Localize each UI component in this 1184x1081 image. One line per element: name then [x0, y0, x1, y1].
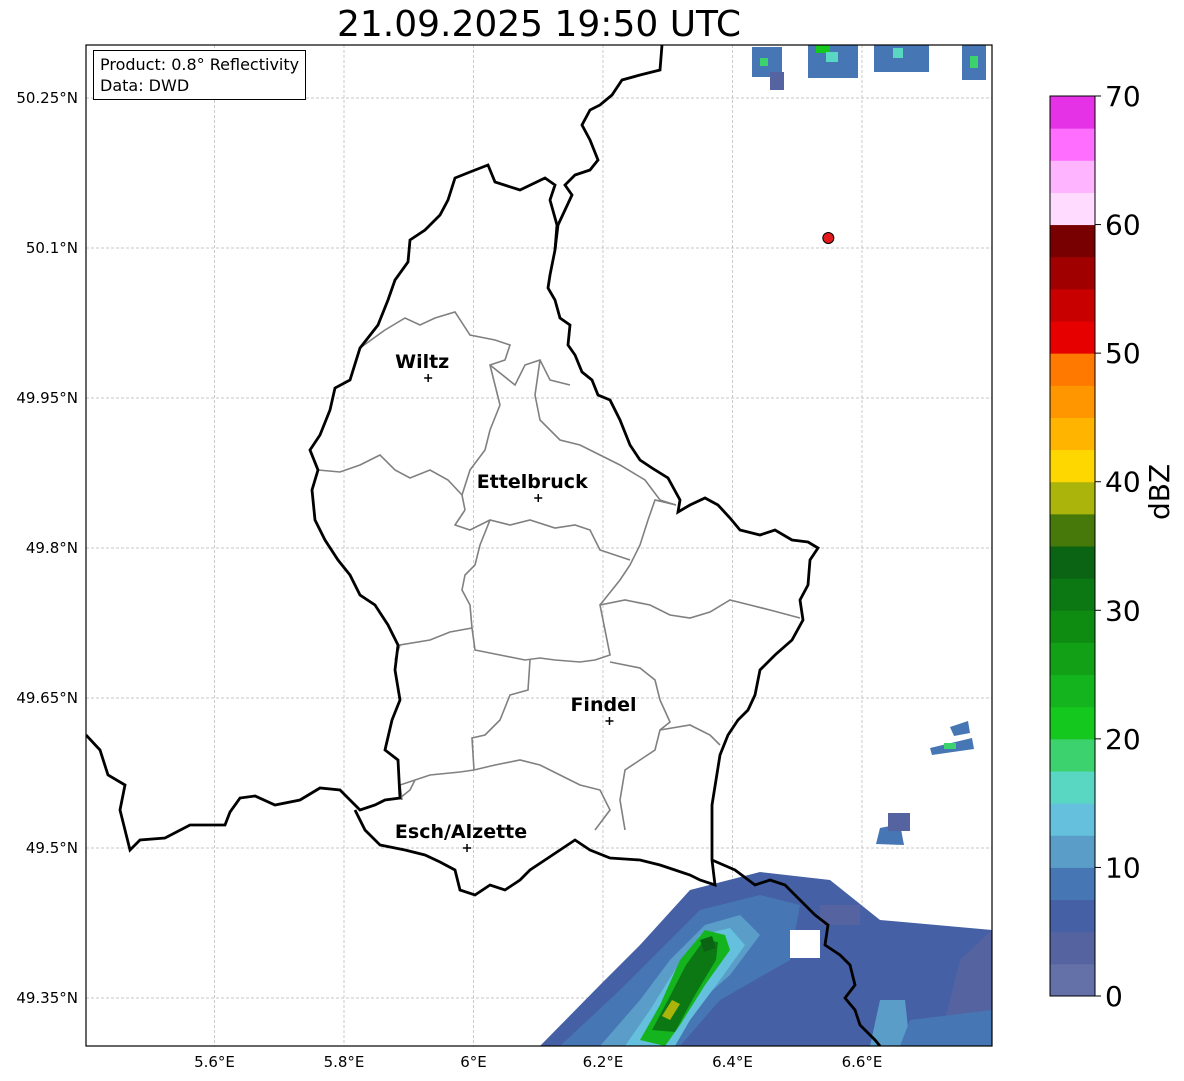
product-info-box: Product: 0.8° Reflectivity Data: DWD: [93, 50, 307, 100]
city-label: Esch/Alzette: [395, 821, 527, 843]
colorbar-tick-labels: 0 10 20 30 40 50 60 70: [1095, 80, 1141, 1013]
colorbar-tick-label: 20: [1105, 723, 1141, 756]
colorbar-segment: [1050, 385, 1095, 418]
colorbar-segment: [1050, 224, 1095, 258]
colorbar-tick-label: 50: [1105, 337, 1141, 370]
colorbar-segment: [1050, 674, 1095, 708]
colorbar-segment: [1050, 642, 1095, 676]
colorbar-segment: [1050, 192, 1095, 226]
colorbar-label: dBZ: [1143, 463, 1176, 520]
latitude-tick-label: 50.1°N: [26, 239, 78, 257]
colorbar-segment: [1050, 321, 1095, 354]
city-label: Wiltz: [395, 351, 449, 373]
latitude-tick-label: 49.95°N: [16, 389, 78, 407]
colorbar-segment: [1050, 899, 1095, 933]
longitude-tick-label: 5.8°E: [324, 1053, 365, 1071]
colorbar-segment: [1050, 160, 1095, 193]
colorbar-segment: [1050, 128, 1095, 161]
latitude-tick-label: 49.65°N: [16, 689, 78, 707]
colorbar-segment: [1050, 449, 1095, 483]
longitude-tick-label: 6.2°E: [583, 1053, 624, 1071]
colorbar-segment: [1050, 867, 1095, 901]
colorbar-segment: [1050, 610, 1095, 643]
city-label: Findel: [570, 694, 636, 716]
map-background: [86, 45, 992, 1046]
latitude-tick-labels: 49.35°N 49.5°N 49.65°N 49.8°N 49.95°N 50.1°N 5…: [16, 89, 78, 1007]
colorbar-segment: [1050, 96, 1095, 129]
longitude-tick-label: 6°E: [460, 1053, 487, 1071]
radar-map: 5.6°E 5.8°E 6°E 6.2°E 6.4°E 6.6°E 49.35°N 49.5…: [16, 44, 1141, 1071]
colorbar: [1049, 95, 1096, 997]
colorbar-segment: [1050, 417, 1095, 451]
colorbar-tick-label: 0: [1105, 980, 1123, 1013]
longitude-tick-labels: 5.6°E 5.8°E 6°E 6.2°E 6.4°E 6.6°E: [194, 1053, 882, 1071]
colorbar-segment: [1050, 546, 1095, 579]
longitude-tick-label: 5.6°E: [194, 1053, 235, 1071]
product-label: Product: 0.8° Reflectivity: [100, 55, 300, 74]
colorbar-segment: [1050, 963, 1095, 997]
colorbar-segment: [1050, 481, 1095, 515]
colorbar-segment: [1050, 288, 1095, 322]
city-label: Ettelbruck: [477, 471, 588, 493]
colorbar-tick-label: 70: [1105, 80, 1141, 113]
colorbar-segment: [1050, 738, 1095, 772]
colorbar-segment: [1050, 513, 1095, 547]
latitude-tick-label: 50.25°N: [16, 89, 78, 107]
data-source-label: Data: DWD: [100, 76, 190, 95]
colorbar-segment: [1050, 771, 1095, 804]
colorbar-segment: [1050, 803, 1095, 836]
longitude-tick-label: 6.4°E: [712, 1053, 753, 1071]
colorbar-segment: [1050, 706, 1095, 740]
latitude-tick-label: 49.5°N: [26, 839, 78, 857]
latitude-tick-label: 49.35°N: [16, 989, 78, 1007]
colorbar-segment: [1050, 578, 1095, 611]
longitude-tick-label: 6.6°E: [842, 1053, 883, 1071]
colorbar-segment: [1050, 353, 1095, 386]
radar-site-marker: [822, 232, 835, 244]
colorbar-tick-label: 40: [1105, 466, 1141, 499]
radar-site-dot: [822, 232, 835, 244]
latitude-tick-label: 49.8°N: [26, 539, 78, 557]
colorbar-segment: [1050, 931, 1095, 965]
colorbar-tick-label: 30: [1105, 594, 1141, 627]
colorbar-segment: [1050, 835, 1095, 868]
colorbar-tick-label: 10: [1105, 851, 1141, 884]
colorbar-tick-label: 60: [1105, 209, 1141, 242]
colorbar-segment: [1050, 256, 1095, 290]
